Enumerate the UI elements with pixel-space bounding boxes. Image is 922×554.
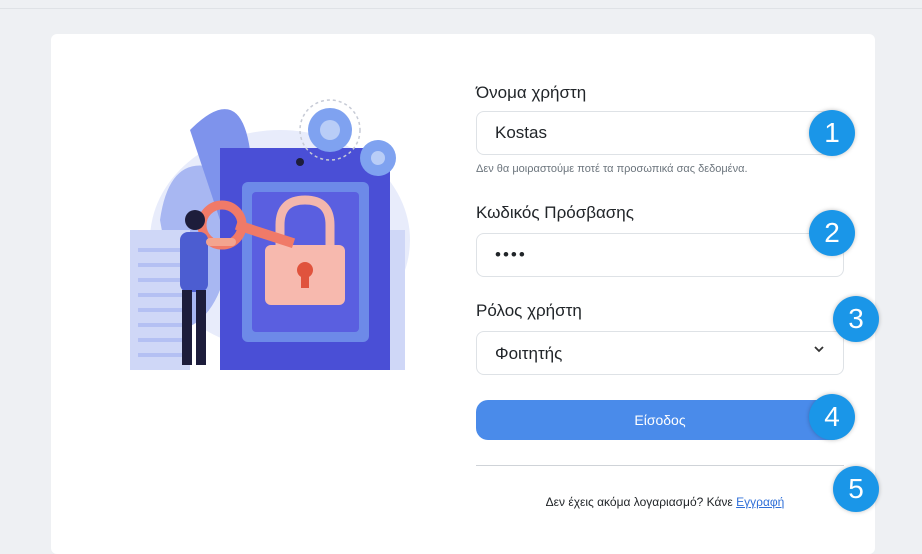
username-field[interactable] <box>476 111 844 155</box>
role-select[interactable]: Φοιτητής <box>476 331 844 375</box>
username-input[interactable] <box>477 112 843 154</box>
step-badge-5: 5 <box>833 466 879 512</box>
register-prompt: Δεν έχεις ακόμα λογαριασμό? Κάνε Εγγραφή <box>476 495 854 509</box>
role-label: Ρόλος χρήστη <box>476 301 582 320</box>
security-illustration <box>130 99 410 370</box>
step-badge-3: 3 <box>833 296 879 342</box>
password-field[interactable] <box>476 233 844 277</box>
chevron-down-icon <box>813 342 825 358</box>
password-label: Κωδικός Πρόσβασης <box>476 203 634 222</box>
role-select-value: Φοιτητής <box>495 344 563 363</box>
step-badge-2: 2 <box>809 210 855 256</box>
username-label: Όνομα χρήστη <box>476 83 587 102</box>
login-button-label: Είσοδος <box>634 412 686 428</box>
register-link[interactable]: Εγγραφή <box>736 495 784 509</box>
password-input[interactable] <box>477 234 843 276</box>
step-badge-4: 4 <box>809 394 855 440</box>
top-bar <box>0 0 922 9</box>
step-badge-1: 1 <box>809 110 855 156</box>
divider <box>476 465 844 466</box>
login-button[interactable]: Είσοδος <box>476 400 844 440</box>
register-prompt-text: Δεν έχεις ακόμα λογαριασμό? Κάνε <box>545 495 737 509</box>
username-help-text: Δεν θα μοιραστούμε ποτέ τα προσωπικά σας… <box>476 163 748 175</box>
